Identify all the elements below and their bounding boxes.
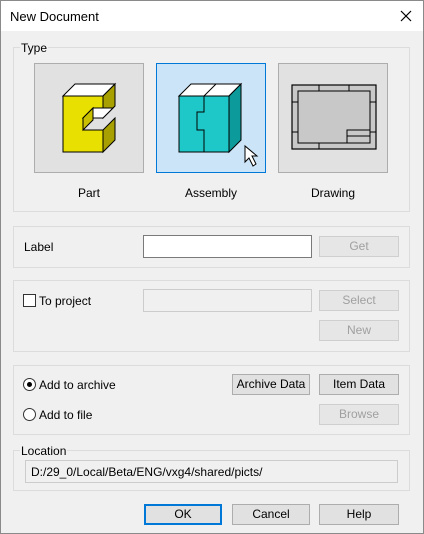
label-input[interactable] [143,235,312,258]
add-to-archive-label: Add to archive [39,378,116,392]
cancel-button[interactable]: Cancel [232,504,310,525]
select-button[interactable]: Select [319,290,399,311]
help-button[interactable]: Help [319,504,399,525]
project-input[interactable] [143,289,312,312]
part-icon [61,82,117,154]
archive-data-button[interactable]: Archive Data [232,374,310,395]
new-document-dialog: New Document Type Part Assembly Drawing … [0,0,424,534]
new-button[interactable]: New [319,320,399,341]
add-to-file-radio[interactable] [23,408,36,421]
assembly-tile-label: Assembly [184,186,237,200]
item-data-button[interactable]: Item Data [319,374,399,395]
to-project-checkbox[interactable] [23,294,36,307]
assembly-tile[interactable] [156,63,266,173]
window-title: New Document [10,9,99,24]
add-to-file-label: Add to file [39,408,93,422]
drawing-tile[interactable] [278,63,388,173]
location-group-label: Location [20,444,68,458]
part-tile[interactable] [34,63,144,173]
title-bar: New Document [1,1,423,31]
add-to-archive-radio[interactable] [23,378,36,391]
part-tile-label: Part [77,186,100,200]
to-project-label: To project [39,294,92,308]
close-icon [400,10,412,22]
type-group-label: Type [20,41,49,55]
drawing-tile-label: Drawing [310,186,355,200]
drawing-icon [291,84,377,150]
get-button[interactable]: Get [319,236,399,257]
assembly-icon [177,82,259,167]
radio-selected-dot [27,382,32,387]
ok-button[interactable]: OK [144,504,222,525]
location-field[interactable] [25,460,398,483]
browse-button[interactable]: Browse [319,404,399,425]
label-field-label: Label [24,240,54,254]
close-button[interactable] [395,5,417,27]
